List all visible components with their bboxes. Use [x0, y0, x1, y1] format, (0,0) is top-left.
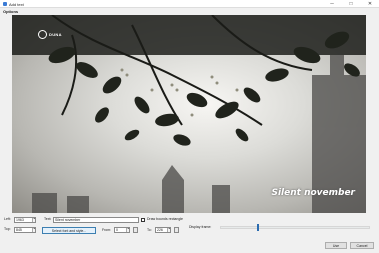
channel-logo: DUNA	[38, 30, 62, 39]
from-color-button[interactable]	[133, 227, 138, 233]
display-frame-slider[interactable]	[220, 226, 370, 229]
spin-up-icon[interactable]: ▲	[127, 228, 129, 230]
left-stepper[interactable]: ▲	[32, 218, 35, 222]
logo-text: DUNA	[49, 32, 62, 37]
display-frame-thumb[interactable]	[257, 224, 259, 231]
controls-panel: Left: 1963 ▲ Top: 845 ▲ Text: Silent nov…	[0, 213, 379, 253]
video-preview: DUNA Silent november	[12, 15, 366, 213]
to-input[interactable]: 226 ▲	[155, 227, 171, 233]
top-input[interactable]: 845 ▲	[14, 227, 36, 233]
draw-bounds-checkbox[interactable]	[141, 218, 145, 222]
logo-ring-icon	[38, 30, 47, 39]
to-label: To:	[147, 228, 152, 232]
to-value: 226	[157, 228, 163, 232]
draw-bounds-label: Draw bounds rectangle	[147, 217, 183, 221]
left-value: 1963	[16, 218, 24, 222]
app-icon	[3, 2, 7, 6]
text-input[interactable]: Silent november	[53, 217, 139, 223]
from-stepper[interactable]: ▲	[126, 228, 129, 232]
left-input[interactable]: 1963 ▲	[14, 217, 36, 223]
maximize-icon[interactable]: □	[344, 0, 358, 8]
spin-up-icon[interactable]: ▲	[33, 228, 35, 230]
to-stepper[interactable]: ▲	[167, 228, 170, 232]
from-input[interactable]: 0 ▲	[114, 227, 130, 233]
spin-up-icon[interactable]: ▲	[168, 228, 170, 230]
top-value: 845	[16, 228, 22, 232]
minimize-icon[interactable]: ─	[325, 0, 339, 8]
menu-bar: Options	[0, 8, 379, 15]
text-label: Text:	[44, 217, 52, 221]
preview-image	[12, 15, 366, 213]
from-value: 0	[116, 228, 118, 232]
menu-options[interactable]: Options	[3, 9, 18, 14]
left-label: Left:	[4, 217, 11, 221]
display-frame-label: Display frame:	[189, 225, 212, 229]
title-bar: Add text ─ □ ✕	[0, 0, 379, 8]
top-stepper[interactable]: ▲	[32, 228, 35, 232]
cancel-button[interactable]: Cancel	[350, 242, 374, 249]
spin-up-icon[interactable]: ▲	[33, 218, 35, 220]
use-button[interactable]: Use	[325, 242, 347, 249]
to-color-button[interactable]	[174, 227, 179, 233]
top-label: Top:	[4, 227, 11, 231]
close-icon[interactable]: ✕	[363, 0, 377, 8]
from-label: From:	[102, 228, 112, 232]
select-font-button[interactable]: Select font and style...	[42, 227, 96, 234]
overlay-caption[interactable]: Silent november	[271, 188, 355, 198]
window-title: Add text	[9, 1, 24, 7]
